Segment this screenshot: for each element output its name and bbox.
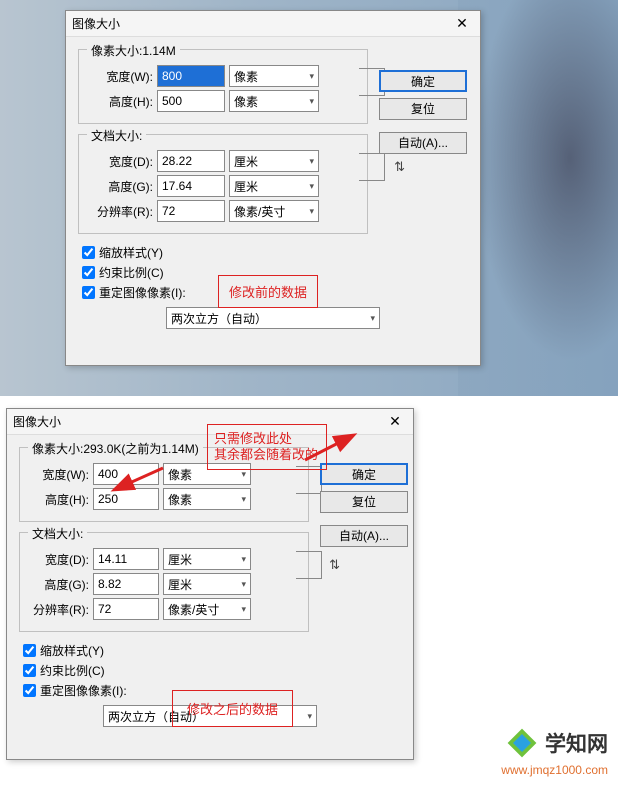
- reset-button[interactable]: 复位: [379, 98, 467, 120]
- width-w-input[interactable]: [157, 65, 225, 87]
- height-g-label: 高度(G):: [28, 576, 93, 593]
- height-g-unit-select[interactable]: 厘米 ▾: [229, 175, 319, 197]
- resample-label: 重定图像像素(I):: [99, 284, 186, 301]
- resolution-label: 分辨率(R):: [87, 203, 157, 220]
- ok-button[interactable]: 确定: [320, 463, 408, 485]
- chevron-down-icon: ▾: [309, 71, 314, 82]
- ok-button[interactable]: 确定: [379, 70, 467, 92]
- pixel-legend: 像素大小:293.0K(之前为1.14M): [28, 440, 203, 457]
- width-d-unit-select[interactable]: 厘米 ▾: [229, 150, 319, 172]
- titlebar: 图像大小 ✕: [66, 11, 480, 37]
- scale-styles-label: 缩放样式(Y): [99, 244, 163, 261]
- link-bracket: [359, 153, 385, 181]
- resample-label: 重定图像像素(I):: [40, 682, 127, 699]
- width-d-input[interactable]: [157, 150, 225, 172]
- height-h-unit-select[interactable]: 像素 ▾: [163, 488, 251, 510]
- auto-button[interactable]: 自动(A)...: [379, 132, 467, 154]
- annotation-before: 修改前的数据: [218, 275, 318, 308]
- chevron-down-icon: ▾: [241, 604, 246, 615]
- width-w-label: 宽度(W):: [87, 68, 157, 85]
- image-size-dialog-before: 图像大小 ✕ 像素大小:1.14M 宽度(W): 像素▾ 高度(H): 像素▾ …: [65, 10, 481, 366]
- height-g-input[interactable]: [93, 573, 159, 595]
- watermark: 学知网 www.jmqz1000.com: [501, 725, 608, 777]
- unit-label: 像素/英寸: [234, 203, 285, 220]
- constrain-checkbox[interactable]: [23, 664, 36, 677]
- resolution-label: 分辨率(R):: [28, 601, 93, 618]
- unit-label: 厘米: [234, 178, 258, 195]
- resolution-input[interactable]: [93, 598, 159, 620]
- height-h-label: 高度(H):: [87, 93, 157, 110]
- scale-styles-checkbox[interactable]: [23, 644, 36, 657]
- width-d-label: 宽度(D):: [28, 551, 93, 568]
- width-d-unit-select[interactable]: 厘米 ▾: [163, 548, 251, 570]
- document-size-group: 文档大小: 宽度(D): 厘米▾ 高度(G): 厘米▾ 分辨率(R): 像素/英…: [19, 532, 309, 632]
- height-h-unit-select[interactable]: 像素 ▾: [229, 90, 319, 112]
- chevron-down-icon: ▾: [241, 579, 246, 590]
- resample-checkbox[interactable]: [82, 286, 95, 299]
- link-icon[interactable]: ⇅: [329, 557, 340, 573]
- constrain-checkbox[interactable]: [82, 266, 95, 279]
- pixel-legend: 像素大小:1.14M: [87, 42, 180, 59]
- chevron-down-icon: ▾: [309, 96, 314, 107]
- height-g-unit-select[interactable]: 厘米 ▾: [163, 573, 251, 595]
- resolution-unit-select[interactable]: 像素/英寸 ▾: [229, 200, 319, 222]
- unit-label: 厘米: [234, 153, 258, 170]
- scale-styles-label: 缩放样式(Y): [40, 642, 104, 659]
- pixel-dimensions-group: 像素大小:1.14M 宽度(W): 像素▾ 高度(H): 像素▾ ⇅ 确定 复位…: [78, 49, 368, 124]
- height-h-input[interactable]: [157, 90, 225, 112]
- chevron-down-icon: ▾: [309, 206, 314, 217]
- document-size-group: 文档大小: 宽度(D): 厘米▾ 高度(G): 厘米▾ 分辨率(R): 像素/英…: [78, 134, 368, 234]
- dialog-title: 图像大小: [13, 413, 383, 430]
- arrow-annotation-icon: [108, 465, 168, 495]
- close-icon[interactable]: ✕: [450, 14, 474, 34]
- annotation-after: 修改之后的数据: [172, 690, 293, 727]
- unit-label: 厘米: [168, 551, 192, 568]
- resample-method-select[interactable]: 两次立方（自动） ▾: [166, 307, 380, 329]
- link-icon[interactable]: ⇅: [394, 159, 405, 175]
- height-h-label: 高度(H):: [28, 491, 93, 508]
- reset-button[interactable]: 复位: [320, 491, 408, 513]
- logo-icon: [504, 725, 540, 761]
- width-d-input[interactable]: [93, 548, 159, 570]
- doc-legend: 文档大小:: [28, 525, 87, 542]
- doc-legend: 文档大小:: [87, 127, 146, 144]
- height-g-label: 高度(G):: [87, 178, 157, 195]
- link-bracket: [296, 466, 322, 494]
- unit-label: 像素/英寸: [168, 601, 219, 618]
- chevron-down-icon: ▾: [241, 494, 246, 505]
- resolution-input[interactable]: [157, 200, 225, 222]
- close-icon[interactable]: ✕: [383, 412, 407, 432]
- constrain-label: 约束比例(C): [40, 662, 105, 679]
- chevron-down-icon: ▾: [307, 711, 312, 722]
- scale-styles-checkbox[interactable]: [82, 246, 95, 259]
- auto-button[interactable]: 自动(A)...: [320, 525, 408, 547]
- unit-label: 像素: [168, 491, 192, 508]
- constrain-label: 约束比例(C): [99, 264, 164, 281]
- width-w-label: 宽度(W):: [28, 466, 93, 483]
- resolution-unit-select[interactable]: 像素/英寸 ▾: [163, 598, 251, 620]
- resample-checkbox[interactable]: [23, 684, 36, 697]
- chevron-down-icon: ▾: [370, 313, 375, 324]
- unit-label: 像素: [234, 68, 258, 85]
- chevron-down-icon: ▾: [309, 156, 314, 167]
- resample-method-label: 两次立方（自动）: [171, 310, 267, 327]
- arrow-annotation-icon: [300, 430, 360, 466]
- height-g-input[interactable]: [157, 175, 225, 197]
- chevron-down-icon: ▾: [241, 469, 246, 480]
- link-bracket: [296, 551, 322, 579]
- unit-label: 厘米: [168, 576, 192, 593]
- brand-name: 学知网: [545, 733, 608, 756]
- width-d-label: 宽度(D):: [87, 153, 157, 170]
- chevron-down-icon: ▾: [309, 181, 314, 192]
- dialog-title: 图像大小: [72, 15, 450, 32]
- brand-url: www.jmqz1000.com: [501, 763, 608, 777]
- unit-label: 像素: [168, 466, 192, 483]
- unit-label: 像素: [234, 93, 258, 110]
- width-w-unit-select[interactable]: 像素 ▾: [229, 65, 319, 87]
- chevron-down-icon: ▾: [241, 554, 246, 565]
